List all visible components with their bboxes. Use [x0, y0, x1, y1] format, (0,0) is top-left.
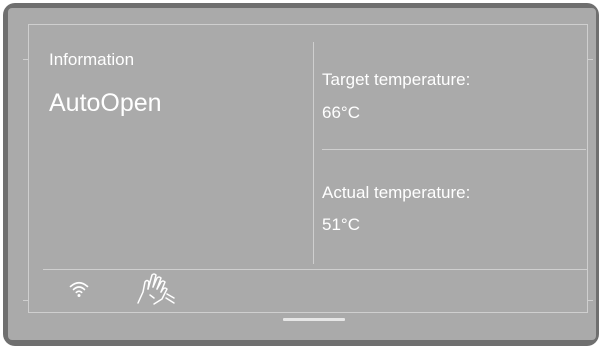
frame-tick-left-bottom	[23, 300, 28, 301]
frame-tick-right-bottom	[588, 300, 593, 301]
display-screen: Information AutoOpen Target temperature:…	[8, 8, 596, 340]
status-bar-divider	[43, 269, 587, 270]
target-temperature-value: 66°C	[322, 103, 360, 122]
target-temperature-label: Target temperature:	[322, 70, 471, 89]
column-divider	[313, 42, 314, 264]
touch-control-icon[interactable]	[136, 272, 180, 306]
temperature-divider	[322, 149, 586, 150]
information-heading: Information	[49, 50, 135, 69]
frame-tick-right-top	[588, 59, 593, 60]
actual-temperature-value: 51°C	[322, 215, 360, 234]
program-name: AutoOpen	[49, 89, 162, 117]
device-bezel: Information AutoOpen Target temperature:…	[3, 3, 599, 346]
wifi-icon[interactable]	[69, 280, 89, 298]
actual-temperature-label: Actual temperature:	[322, 183, 471, 202]
scroll-indicator[interactable]	[283, 318, 345, 321]
frame-tick-left-top	[23, 59, 28, 60]
